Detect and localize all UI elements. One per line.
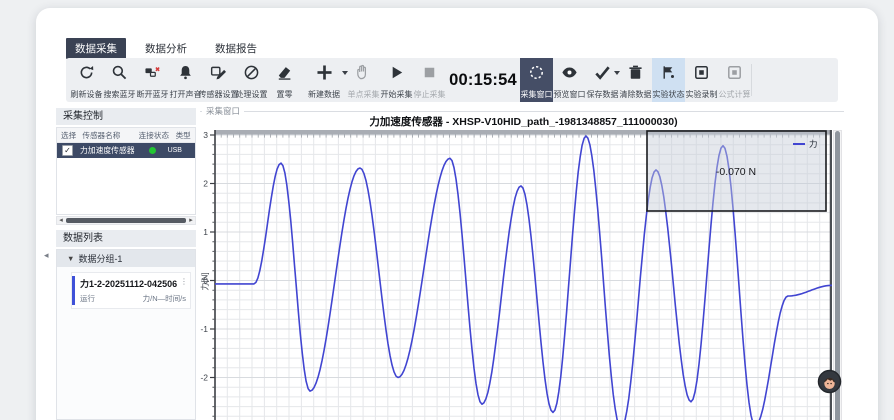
main-toolbar: 刷新设备搜索蓝牙断开蓝牙打开声音传感器设置处理设置置零新建数据单点采集开始采集停…	[66, 58, 838, 102]
sensor-table-header: 选择传感器名称连接状态类型	[57, 128, 195, 143]
svg-text:1: 1	[203, 227, 208, 237]
gauge-icon	[242, 63, 261, 82]
desktop-background: 数据采集数据分析数据报告 刷新设备搜索蓝牙断开蓝牙打开声音传感器设置处理设置置零…	[0, 0, 894, 420]
plus-icon	[315, 63, 334, 82]
hand-icon	[354, 63, 373, 82]
new-data-button[interactable]: 新建数据	[301, 58, 347, 102]
capture-control-header: 采集控制	[56, 108, 196, 125]
chart-legend: 力	[793, 138, 818, 150]
tab-data-capture[interactable]: 数据采集	[66, 38, 126, 59]
legend-series-label: 力	[809, 138, 818, 150]
main-tab-bar: 数据采集数据分析数据报告	[66, 38, 266, 59]
toolbar-divider	[751, 64, 752, 96]
sensor-checkbox[interactable]: ✓	[62, 145, 73, 156]
check-icon	[593, 63, 612, 82]
sensor-settings-button[interactable]: 传感器设置	[202, 58, 235, 102]
play-icon	[387, 63, 406, 82]
svg-text:2: 2	[203, 178, 208, 188]
experiment-status-button[interactable]: 实验状态	[652, 58, 685, 102]
refresh-device-button[interactable]: 刷新设备	[70, 58, 103, 102]
data-group-label: 数据分组-1	[78, 252, 122, 265]
clear-data-button[interactable]: 清除数据	[619, 58, 652, 102]
item-accent-bar	[72, 276, 75, 305]
item-menu-icon[interactable]: ⋮	[180, 277, 188, 286]
record-icon	[725, 63, 744, 82]
search-bluetooth-button[interactable]: 搜索蓝牙	[103, 58, 136, 102]
chart-title: 力加速度传感器 - XHSP-V10HID_path_-1981348857_1…	[215, 114, 832, 129]
bell-icon	[176, 63, 195, 82]
data-item-title: 力1-2-20251112-042506	[80, 277, 186, 290]
elapsed-timer: 00:15:54	[451, 58, 515, 102]
refresh-icon	[77, 63, 96, 82]
chevron-down-icon[interactable]: ▼	[67, 254, 74, 263]
tab-data-analysis[interactable]: 数据分析	[136, 38, 196, 59]
process-settings-button[interactable]: 处理设置	[235, 58, 268, 102]
disconnect-bluetooth-button[interactable]: 断开蓝牙	[136, 58, 169, 102]
start-capture-button[interactable]: 开始采集	[380, 58, 413, 102]
open-sound-button[interactable]: 打开声音	[169, 58, 202, 102]
tab-data-report[interactable]: 数据报告	[206, 38, 266, 59]
capture-window-button[interactable]: 采集窗口	[520, 58, 553, 102]
set-zero-button[interactable]: 置零	[268, 58, 301, 102]
scroll-right-arrow-icon[interactable]: ▸	[187, 217, 195, 224]
groupbox-border	[200, 111, 844, 112]
sensor-name: 力加速度传感器	[80, 145, 135, 156]
collapse-panel-arrow-icon[interactable]: ◂	[44, 250, 49, 261]
data-item-axes: 力/N—时间/s	[143, 293, 186, 304]
trash-icon	[626, 63, 645, 82]
svg-text:-1: -1	[200, 324, 208, 334]
sensor-edit-icon	[209, 63, 228, 82]
svg-text:3: 3	[203, 130, 208, 140]
avatar-icon	[817, 369, 842, 394]
sensor-row[interactable]: ✓ 力加速度传感器 USB	[57, 143, 195, 158]
sensor-type: USB	[168, 147, 182, 154]
preview-window-button[interactable]: 预览窗口	[553, 58, 586, 102]
record-icon	[692, 63, 711, 82]
data-group-row[interactable]: ▼ 数据分组-1	[57, 250, 195, 267]
stop-capture-button: 停止采集	[413, 58, 446, 102]
data-list-header: 数据列表	[56, 230, 196, 247]
eraser-icon	[275, 63, 294, 82]
data-list-item[interactable]: 力1-2-20251112-042506 运行 力/N—时间/s ⋮	[71, 272, 191, 309]
sensor-table: 选择传感器名称连接状态类型 ✓ 力加速度传感器 USB	[56, 127, 196, 215]
data-list-title: 数据列表	[63, 233, 103, 244]
bt-disconnect-icon	[143, 63, 162, 82]
formula-calc-button: 公式计算	[718, 58, 751, 102]
experiment-record-button[interactable]: 实验录制	[685, 58, 718, 102]
svg-text:-2: -2	[200, 372, 208, 382]
connection-status-dot	[149, 147, 156, 154]
data-list-tree: ▼ 数据分组-1 力1-2-20251112-042506 运行 力/N—时间/…	[56, 249, 196, 420]
hscrollbar-thumb[interactable]	[66, 218, 186, 223]
save-data-button[interactable]: 保存数据	[586, 58, 619, 102]
data-item-status: 运行	[80, 293, 95, 304]
stop-icon	[420, 63, 439, 82]
assistant-avatar-button[interactable]	[817, 369, 842, 394]
column-header: 连接状态	[139, 130, 176, 141]
column-header: 传感器名称	[82, 130, 138, 141]
flag-icon	[659, 63, 678, 82]
single-point-capture-button: 单点采集	[347, 58, 380, 102]
svg-text:0: 0	[203, 275, 208, 285]
search-icon	[110, 63, 129, 82]
eye-icon	[560, 63, 579, 82]
measurement-annotation: -0.070 N	[696, 166, 776, 178]
dashed-circle-icon	[527, 63, 546, 82]
capture-control-title: 采集控制	[63, 111, 103, 122]
column-header: 选择	[57, 130, 82, 141]
app-window: 数据采集数据分析数据报告 刷新设备搜索蓝牙断开蓝牙打开声音传感器设置处理设置置零…	[36, 8, 878, 420]
sensor-table-hscrollbar[interactable]: ◂ ▸	[56, 216, 196, 225]
scroll-left-arrow-icon[interactable]: ◂	[57, 217, 65, 224]
column-header: 类型	[176, 130, 195, 141]
legend-line-swatch	[793, 143, 805, 145]
